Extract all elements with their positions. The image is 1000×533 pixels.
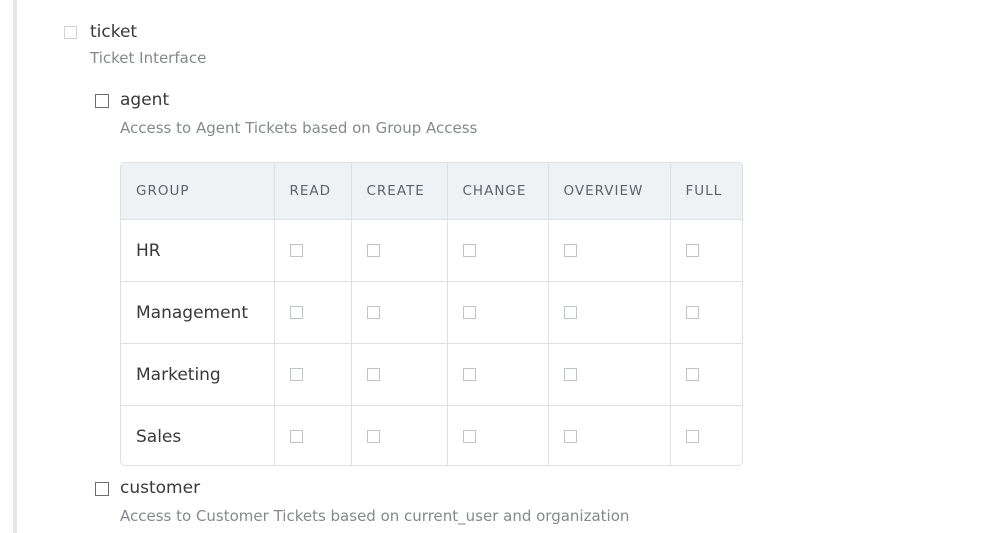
create-checkbox[interactable] (366, 306, 380, 319)
column-header-read: READ (273, 163, 351, 220)
ticket-permission-title: ticket (90, 22, 138, 42)
change-checkbox[interactable] (462, 430, 476, 443)
full-checkbox[interactable] (685, 368, 699, 381)
read-checkbox[interactable] (289, 306, 303, 319)
column-header-overview: OVERVIEW (547, 163, 670, 220)
group-name-cell: Sales (121, 405, 274, 465)
full-checkbox[interactable] (685, 430, 699, 443)
group-name-cell: Management (121, 281, 274, 344)
column-header-full: FULL (669, 163, 742, 220)
agent-permission-description: Access to Agent Tickets based on Group A… (120, 119, 478, 137)
agent-permission-checkbox[interactable] (95, 94, 109, 108)
column-header-change: CHANGE (446, 163, 548, 220)
full-checkbox[interactable] (685, 306, 699, 319)
column-header-group: GROUP (121, 163, 274, 220)
section-left-border (13, 0, 17, 533)
table-row: Sales (121, 405, 742, 465)
create-checkbox[interactable] (366, 244, 380, 257)
table-header-row: GROUP READ CREATE CHANGE OVERVIEW FULL (121, 163, 742, 220)
create-checkbox[interactable] (366, 368, 380, 381)
group-name-cell: HR (136, 240, 161, 261)
overview-checkbox[interactable] (563, 430, 577, 443)
agent-permission-title: agent (120, 90, 170, 110)
customer-permission-title: customer (120, 478, 201, 498)
table-row: Management (121, 281, 742, 344)
customer-permission-description: Access to Customer Tickets based on curr… (120, 507, 630, 525)
table-row: Marketing (121, 343, 742, 406)
overview-checkbox[interactable] (563, 368, 577, 381)
overview-checkbox[interactable] (563, 244, 577, 257)
full-checkbox[interactable] (685, 244, 699, 257)
table-row: HR (121, 219, 742, 282)
ticket-permission-description: Ticket Interface (90, 49, 207, 67)
read-checkbox[interactable] (289, 430, 303, 443)
column-header-create: CREATE (350, 163, 447, 220)
group-name-cell: Marketing (121, 343, 274, 406)
overview-checkbox[interactable] (563, 306, 577, 319)
customer-permission-checkbox[interactable] (95, 482, 109, 496)
ticket-permission-checkbox[interactable] (64, 26, 77, 39)
group-access-table: GROUP READ CREATE CHANGE OVERVIEW FULL H… (120, 162, 743, 466)
read-checkbox[interactable] (289, 244, 303, 257)
change-checkbox[interactable] (462, 244, 476, 257)
read-checkbox[interactable] (289, 368, 303, 381)
create-checkbox[interactable] (366, 430, 380, 443)
change-checkbox[interactable] (462, 306, 476, 319)
change-checkbox[interactable] (462, 368, 476, 381)
